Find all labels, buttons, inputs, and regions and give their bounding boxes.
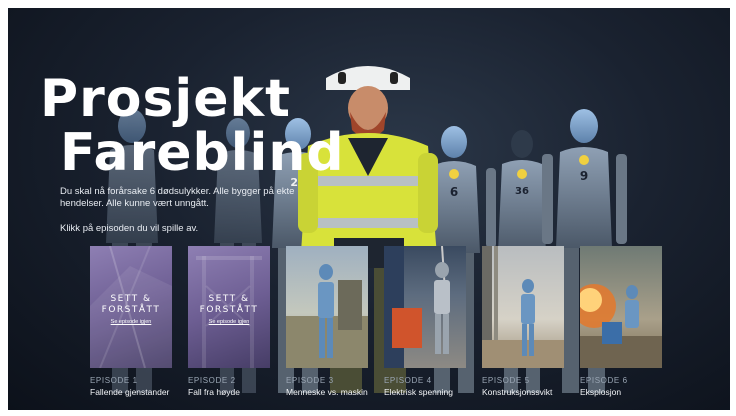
rewatch-link[interactable]: Se episode igjen (90, 319, 172, 325)
episode-card-3[interactable]: EPISODE 3 Menneske vs. maskin (286, 246, 368, 397)
episode-thumbnail: SETT & FORSTÅTT Se episode igjen (90, 246, 172, 368)
watched-overlay: SETT & FORSTÅTT Se episode igjen (90, 294, 172, 325)
episode-number: EPISODE 1 (90, 376, 138, 385)
watched-heading: SETT & FORSTÅTT (101, 294, 161, 315)
episode-thumbnail (384, 246, 466, 368)
episode-number: EPISODE 6 (580, 376, 628, 385)
episode-number: EPISODE 4 (384, 376, 432, 385)
episode-title: Fallende gjenstander (90, 387, 170, 397)
page-title: Prosjekt Fareblind (40, 72, 345, 180)
title-line-1: Prosjekt (40, 69, 291, 129)
svg-text:9: 9 (580, 169, 588, 183)
episode-number: EPISODE 3 (286, 376, 334, 385)
episode-card-5[interactable]: EPISODE 5 Konstruksjonssvikt (482, 246, 564, 397)
episode-thumbnail: SETT & FORSTÅTT Se episode igjen (188, 246, 270, 368)
thumbnail-illustration (384, 246, 450, 368)
rewatch-link[interactable]: Se episode igjen (188, 319, 270, 325)
thumbnail-illustration (286, 264, 368, 368)
episode-thumbnail (286, 246, 368, 368)
episode-number: EPISODE 2 (188, 376, 236, 385)
hero-frame: 25 6 36 9 (8, 8, 730, 410)
episode-card-2[interactable]: SETT & FORSTÅTT Se episode igjen EPISODE… (188, 246, 270, 397)
episode-title: Menneske vs. maskin (286, 387, 368, 397)
episode-title: Konstruksjonssvikt (482, 387, 553, 397)
episode-thumbnail (482, 246, 564, 368)
watched-heading: SETT & FORSTÅTT (199, 294, 259, 315)
instruction-text: Klikk på episoden du vil spille av. (60, 223, 199, 234)
svg-text:36: 36 (515, 186, 529, 197)
episode-title: Elektrisk spenning (384, 387, 453, 397)
episode-title: Eksplosjon (580, 387, 622, 397)
watched-overlay: SETT & FORSTÅTT Se episode igjen (188, 294, 270, 325)
title-line-2: Fareblind (60, 123, 345, 183)
episode-thumbnail (580, 246, 662, 368)
episode-card-6[interactable]: EPISODE 6 Eksplosjon (580, 246, 662, 397)
episode-card-1[interactable]: SETT & FORSTÅTT Se episode igjen EPISODE… (90, 246, 172, 397)
episode-number: EPISODE 5 (482, 376, 530, 385)
svg-text:6: 6 (450, 185, 458, 199)
thumbnail-illustration (580, 284, 662, 368)
thumbnail-illustration (482, 246, 564, 368)
intro-text: Du skal nå forårsake 6 dødsulykker. Alle… (60, 186, 295, 209)
episode-card-4[interactable]: EPISODE 4 Elektrisk spenning (384, 246, 466, 397)
episode-list: SETT & FORSTÅTT Se episode igjen EPISODE… (90, 246, 690, 397)
episode-title: Fall fra høyde (188, 387, 240, 397)
